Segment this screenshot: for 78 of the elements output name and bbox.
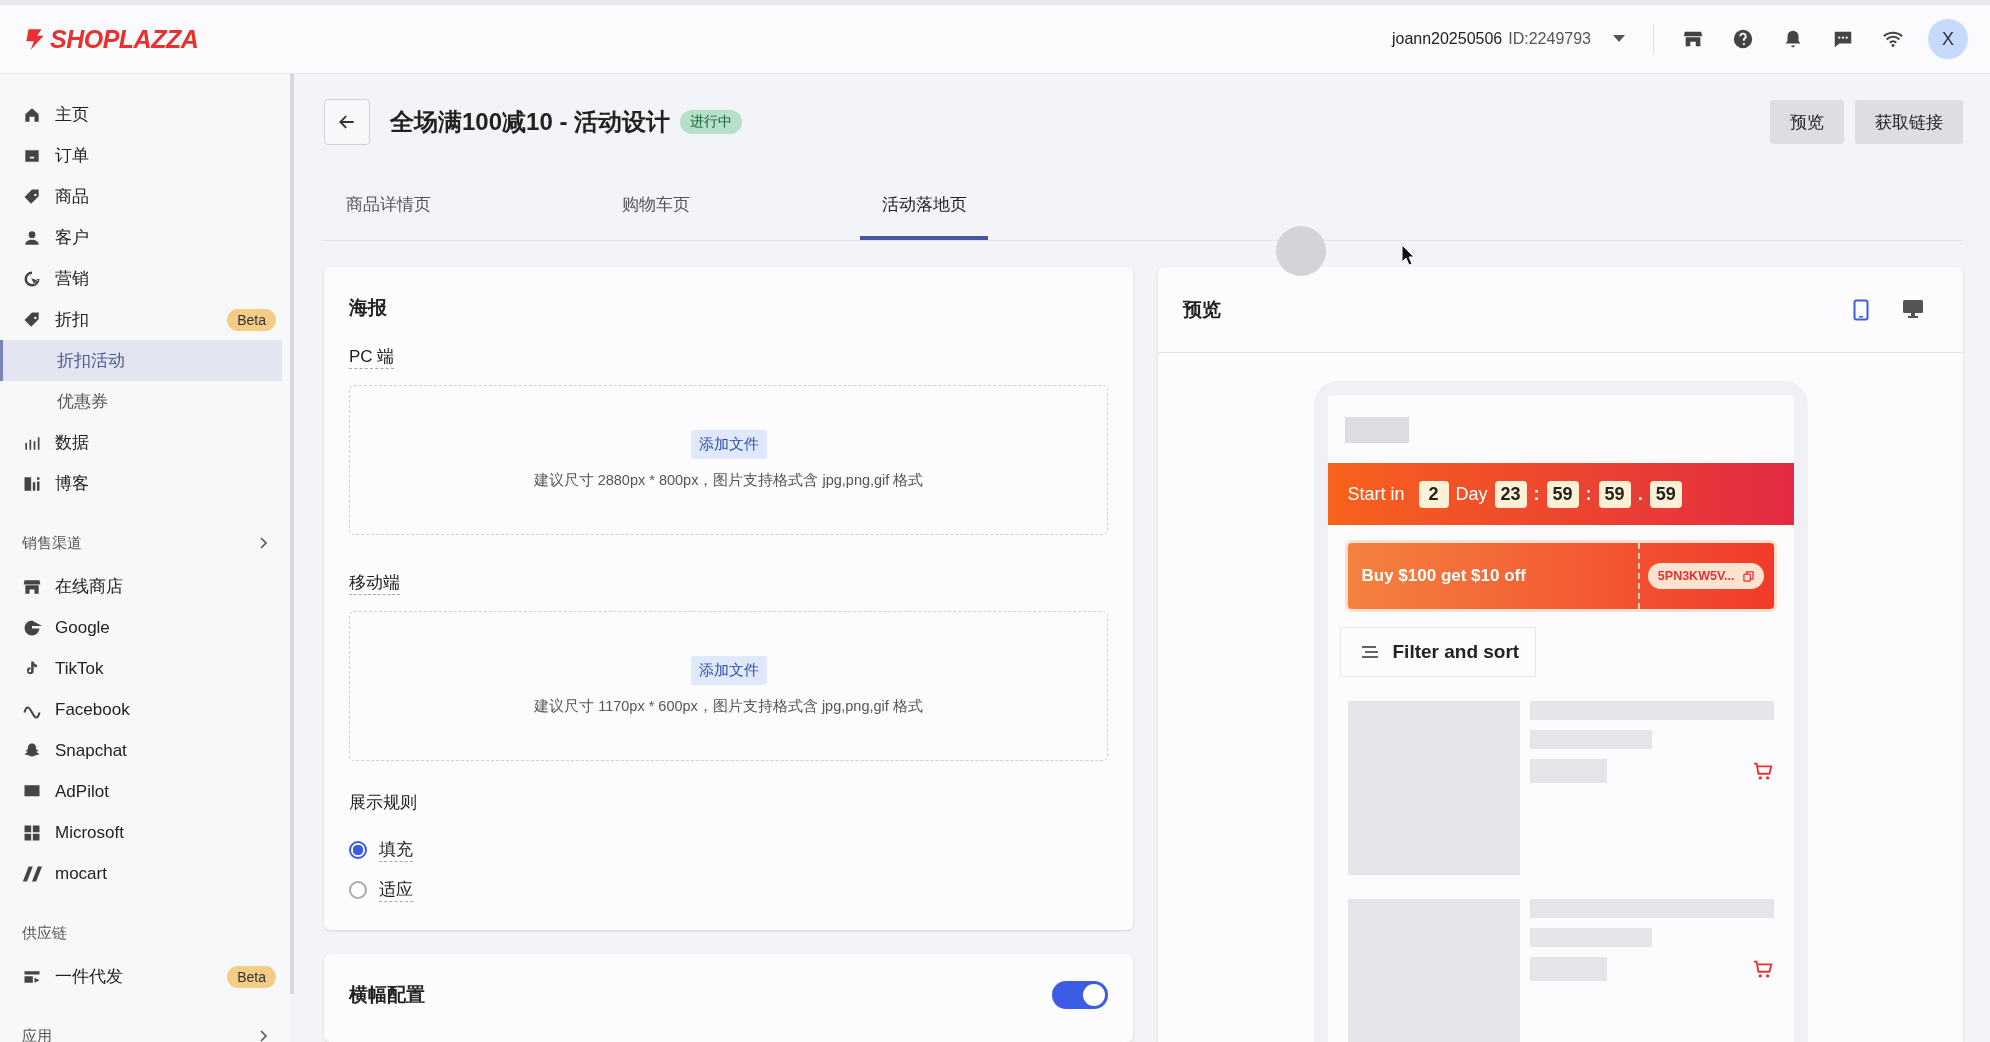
nav-item[interactable]: Snapchat	[0, 730, 290, 771]
upload-area[interactable]: 添加文件 建议尺寸 2880px * 800px，图片支持格式含 jpg,png,gif 格式	[349, 385, 1108, 535]
tab[interactable]: 商品详情页	[324, 172, 452, 240]
countdown-digit: 59	[1546, 480, 1579, 508]
nav-item[interactable]: 折扣 Beta	[0, 299, 290, 340]
nav-item[interactable]: 主页	[0, 94, 290, 135]
radio-button[interactable]	[349, 881, 367, 899]
tab[interactable]: 活动落地页	[860, 172, 988, 240]
nav-item[interactable]: 数据	[0, 422, 290, 463]
status-badge: 进行中	[680, 110, 743, 134]
tab[interactable]: 购物车页	[592, 172, 720, 240]
beta-badge: Beta	[227, 308, 276, 331]
section-heading: 供应链	[21, 922, 68, 943]
chevron-icon	[260, 537, 268, 549]
action-button[interactable]: 预览	[1770, 100, 1844, 144]
nav-item[interactable]: mocart	[0, 853, 290, 894]
back-button[interactable]	[324, 99, 370, 145]
countdown-unit: Day	[1455, 483, 1488, 505]
card-title: 海报	[349, 296, 388, 320]
radio-button[interactable]	[349, 841, 367, 859]
countdown-digit: 59	[1598, 480, 1631, 508]
nav-subitem[interactable]: 折扣活动	[0, 340, 282, 381]
brand-name: SHOPLAZZA	[50, 24, 199, 54]
nav-item[interactable]: 客户	[0, 217, 290, 258]
account-name[interactable]: joann20250506	[1391, 30, 1503, 48]
cart-icon[interactable]	[1751, 958, 1774, 980]
page-title: 全场满100减10 - 活动设计	[390, 107, 671, 137]
upload-hint: 建议尺寸 1170px * 600px，图片支持格式含 jpg,png,gif 格式	[534, 697, 923, 716]
beta-badge: Beta	[227, 965, 276, 988]
countdown-digit: 2	[1418, 480, 1449, 508]
section-heading[interactable]: 销售渠道	[0, 520, 290, 566]
nav-item[interactable]: Facebook	[0, 689, 290, 730]
logo[interactable]: SHOPLAZZA	[22, 24, 199, 54]
nav-item[interactable]: Microsoft	[0, 812, 290, 853]
field-label: 移动端	[349, 571, 400, 595]
menu-icon	[1360, 645, 1379, 659]
upload-hint: 建议尺寸 2880px * 800px，图片支持格式含 jpg,png,gif 格式	[533, 471, 924, 490]
copy-icon[interactable]	[1742, 570, 1754, 582]
account-id: ID:2249793	[1508, 30, 1591, 48]
section-heading[interactable]: 应用	[0, 1013, 290, 1042]
upload-area[interactable]: 添加文件 建议尺寸 1170px * 600px，图片支持格式含 jpg,png,gif 格式	[349, 611, 1108, 761]
card-title: 预览	[1183, 297, 1221, 322]
add-file-button[interactable]: 添加文件	[690, 656, 767, 685]
caret-icon[interactable]	[1613, 35, 1625, 43]
nav-item[interactable]: 订单	[0, 135, 290, 176]
filter-button[interactable]: Filter and sort	[1339, 627, 1537, 677]
toggle-switch[interactable]	[1052, 981, 1108, 1009]
action-button[interactable]: 获取链接	[1855, 100, 1963, 144]
countdown-separator: .	[1637, 483, 1643, 505]
nav-item[interactable]: 在线商店	[0, 566, 290, 607]
cart-icon[interactable]	[1751, 760, 1774, 782]
nav-item[interactable]: 博客	[0, 463, 290, 504]
nav-item[interactable]: 商品	[0, 176, 290, 217]
help-icon[interactable]	[1732, 28, 1754, 50]
logo-placeholder	[1344, 417, 1409, 443]
nav-item[interactable]: Google	[0, 607, 290, 648]
nav-subitem[interactable]: 优惠券	[0, 381, 282, 422]
monitor-icon[interactable]	[1903, 300, 1923, 319]
nav-item[interactable]: 营销	[0, 258, 290, 299]
mobile-icon[interactable]	[1853, 298, 1869, 321]
countdown-label: Start in	[1347, 483, 1405, 505]
click-indicator	[1276, 226, 1326, 276]
chevron-icon	[260, 1030, 268, 1042]
nav-item[interactable]: AdPilot	[0, 771, 290, 812]
countdown-separator: :	[1585, 483, 1592, 505]
radio-label[interactable]: 适应	[379, 878, 413, 902]
countdown-digit: 59	[1649, 480, 1682, 508]
field-label: PC 端	[349, 345, 395, 369]
nav-item[interactable]: 一件代发 Beta	[0, 956, 290, 997]
coupon-text: Buy $100 get $10 off	[1361, 566, 1527, 586]
avatar[interactable]: X	[1928, 19, 1968, 59]
card-title: 横幅配置	[349, 983, 425, 1007]
field-label: 展示规则	[349, 792, 418, 814]
nav-item[interactable]: TikTok	[0, 648, 290, 689]
countdown-digit: 23	[1494, 480, 1527, 508]
radio-label[interactable]: 填充	[379, 838, 413, 862]
countdown-separator: :	[1533, 483, 1540, 505]
add-file-button[interactable]: 添加文件	[690, 430, 767, 459]
